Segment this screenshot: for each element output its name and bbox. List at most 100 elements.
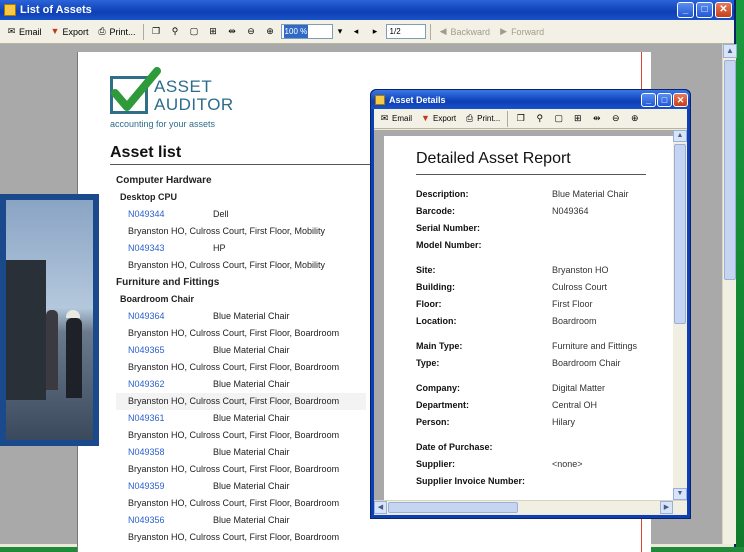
scroll-thumb[interactable]	[724, 60, 736, 280]
export-button[interactable]: ▼ Export	[417, 112, 459, 125]
asset-code-link[interactable]: N049358	[128, 444, 213, 461]
export-button[interactable]: ▼ Export	[47, 25, 92, 38]
zoom-in-button[interactable]: ⊕	[262, 25, 279, 38]
scroll-right-icon[interactable]: ▶	[660, 501, 673, 514]
asset-location: Bryanston HO, Culross Court, First Floor…	[128, 362, 340, 372]
asset-row[interactable]: N049364 Blue Material Chair	[116, 308, 366, 325]
main-vertical-scrollbar[interactable]: ▲	[722, 44, 737, 544]
asset-code-link[interactable]: N049356	[128, 512, 213, 529]
asset-code-link[interactable]: N049343	[128, 240, 213, 257]
multi-page-button[interactable]: ⊞	[569, 112, 586, 125]
report-field: Floor: First Floor	[416, 296, 666, 313]
asset-code-link[interactable]: N049361	[128, 410, 213, 427]
print-button[interactable]: ⎙ Print...	[94, 25, 139, 38]
asset-row[interactable]: N049362 Blue Material Chair	[116, 376, 366, 393]
single-page-icon: ▢	[189, 26, 199, 36]
backward-button[interactable]: ◀ Backward	[435, 25, 494, 38]
asset-code-link[interactable]: N049359	[128, 478, 213, 495]
forward-arrow-icon: ▶	[500, 26, 508, 36]
find-button[interactable]: ⚲	[531, 112, 548, 125]
single-page-button[interactable]: ▢	[186, 25, 203, 38]
page-width-button[interactable]: ⇹	[588, 112, 605, 125]
asset-location: Bryanston HO, Culross Court, First Floor…	[128, 328, 340, 338]
field-label: Location:	[416, 316, 457, 326]
field-label: Company:	[416, 383, 461, 393]
asset-row[interactable]: N049365 Blue Material Chair	[116, 342, 366, 359]
scroll-down-icon[interactable]: ▼	[673, 488, 687, 500]
minimize-button[interactable]: _	[677, 2, 694, 18]
category-heading: Computer Hardware	[116, 175, 212, 186]
asset-location: Bryanston HO, Culross Court, First Floor…	[128, 532, 340, 542]
asset-row[interactable]: N049359 Blue Material Chair	[116, 478, 366, 495]
multi-page-icon: ⊞	[573, 113, 582, 123]
field-label: Description:	[416, 189, 469, 199]
page-width-button[interactable]: ⇹	[224, 25, 241, 38]
multi-page-icon: ⊞	[209, 26, 217, 36]
asset-name: Blue Material Chair	[213, 481, 290, 491]
asset-row[interactable]: N049356 Blue Material Chair	[116, 512, 366, 529]
binoculars-icon: ⚲	[171, 26, 179, 36]
zoom-out-button[interactable]: ⊖	[243, 25, 260, 38]
report-field: Supplier Invoice Number:	[416, 473, 666, 490]
maximize-button[interactable]: □	[696, 2, 713, 18]
copy-button[interactable]: ❐	[148, 25, 165, 38]
asset-list-rows: Computer Hardware Desktop CPU N049344 Dell B…	[116, 172, 366, 546]
print-button[interactable]: ⎙ Print...	[461, 112, 503, 125]
toolbar-separator	[142, 23, 144, 40]
subcategory-heading: Desktop CPU	[120, 192, 178, 202]
forward-button[interactable]: ▶ Forward	[495, 25, 547, 38]
asset-row[interactable]: N049358 Blue Material Chair	[116, 444, 366, 461]
report-field: Main Type: Furniture and Fittings	[416, 338, 666, 355]
single-page-button[interactable]: ▢	[550, 112, 567, 125]
report-field: Description: Blue Material Chair	[416, 186, 666, 203]
asset-code-link[interactable]: N049364	[128, 308, 213, 325]
page-number-input[interactable]: 1/2	[385, 24, 426, 39]
detail-vertical-scrollbar[interactable]: ▲ ▼	[673, 130, 687, 500]
asset-row[interactable]: N049344 Dell	[116, 206, 366, 223]
zoom-out-button[interactable]: ⊖	[607, 112, 624, 125]
print-icon: ⎙	[98, 26, 106, 36]
window-title: List of Assets	[20, 4, 92, 16]
close-button[interactable]: ✕	[715, 2, 732, 18]
previous-page-button[interactable]: ◂	[348, 25, 365, 38]
asset-code-link[interactable]: N049365	[128, 342, 213, 359]
report-field: Site: Bryanston HO	[416, 262, 666, 279]
single-page-icon: ▢	[554, 113, 564, 123]
export-icon: ▼	[50, 26, 60, 36]
email-button[interactable]: ✉ Email	[3, 25, 45, 38]
chevron-down-icon[interactable]: ▾	[335, 26, 346, 37]
scroll-up-icon[interactable]: ▲	[723, 44, 737, 58]
copy-icon: ❐	[152, 26, 161, 36]
detail-horizontal-scrollbar[interactable]: ◀ ▶	[374, 500, 687, 514]
asset-code-link[interactable]: N049362	[128, 376, 213, 393]
zoom-select[interactable]: 100 %	[280, 24, 333, 39]
email-button[interactable]: ✉ Email	[376, 112, 415, 125]
scroll-left-icon[interactable]: ◀	[374, 501, 387, 514]
find-button[interactable]: ⚲	[167, 25, 184, 38]
close-button[interactable]: ✕	[673, 92, 688, 107]
scroll-thumb[interactable]	[674, 144, 686, 324]
report-field: Barcode: N049364	[416, 203, 666, 220]
zoom-in-button[interactable]: ⊕	[626, 112, 643, 125]
minimize-button[interactable]: _	[641, 92, 656, 107]
scroll-thumb[interactable]	[388, 502, 518, 513]
report-field: Model Number:	[416, 237, 666, 254]
field-label: Building:	[416, 282, 455, 292]
back-arrow-icon: ◀	[439, 26, 447, 36]
copy-button[interactable]: ❐	[512, 112, 529, 125]
field-label: Supplier:	[416, 459, 456, 469]
maximize-button[interactable]: □	[657, 92, 672, 107]
detail-titlebar[interactable]: Asset Details _ □ ✕	[371, 90, 690, 109]
asset-code-link[interactable]: N049344	[128, 206, 213, 223]
next-page-button[interactable]: ▸	[367, 25, 384, 38]
multi-page-button[interactable]: ⊞	[205, 25, 222, 38]
asset-row[interactable]: N049343 HP	[116, 240, 366, 257]
subcategory-heading: Boardroom Chair	[120, 294, 195, 304]
asset-location: Bryanston HO, Culross Court, First Floor…	[128, 430, 340, 440]
asset-location: Bryanston HO, Culross Court, First Floor…	[128, 464, 340, 474]
asset-name: Dell	[213, 209, 229, 219]
detail-toolbar: ✉ Email ▼ Export ⎙ Print... ❐ ⚲ ▢ ⊞ ⇹ ⊖ ⊕	[374, 109, 687, 129]
asset-row[interactable]: N049361 Blue Material Chair	[116, 410, 366, 427]
scroll-up-icon[interactable]: ▲	[673, 130, 687, 142]
main-titlebar[interactable]: List of Assets _ □ ✕	[0, 0, 734, 20]
